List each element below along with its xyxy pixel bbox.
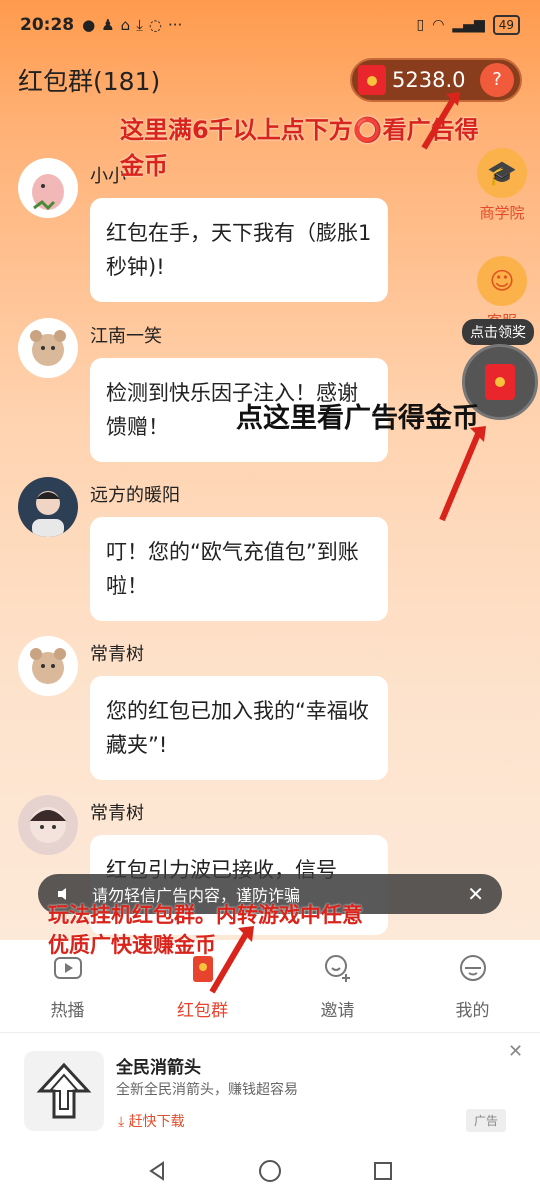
download-icon: ⤓ (118, 1114, 129, 1130)
status-right: ▯ ◠ ▂▄▆ 49 (416, 15, 520, 35)
business-school-label: 商学院 (479, 204, 525, 222)
ad-thumbnail[interactable] (24, 1051, 104, 1131)
ad-download-button[interactable]: ⤓ 赶快下载 (118, 1111, 185, 1131)
chat-icon: ◌ (148, 16, 162, 34)
tab-profile-label: 我的 (455, 1001, 490, 1021)
message-bubble: 叮！您的“欧气充值包”到账啦！ (90, 517, 388, 621)
sender-name: 常青树 (90, 803, 144, 824)
bear-avatar-icon (30, 648, 66, 684)
ad-close-button[interactable]: ✕ (508, 1041, 523, 1062)
download-icon: ⤓ (136, 16, 143, 34)
customer-service-button[interactable]: ☺ 客服 (472, 256, 532, 328)
bear-avatar-icon (30, 330, 66, 366)
ad-title: 全民消箭头 (116, 1058, 201, 1078)
home-icon[interactable] (258, 1159, 282, 1183)
penguin-icon: ♟ (101, 16, 115, 34)
claim-reward-tag[interactable]: 点击领奖 (462, 319, 534, 345)
redpacket-icon (358, 65, 386, 95)
status-time: 20:28 (20, 15, 75, 35)
message-bubble: 红包在手，天下我有（膨胀1秒钟)! (90, 198, 388, 302)
business-school-button[interactable]: 🎓 商学院 (472, 148, 532, 223)
avatar[interactable] (18, 158, 78, 218)
annotation-arrow-middle (439, 426, 486, 522)
battery-icon: 49 (492, 15, 520, 35)
ad-subtitle: 全新全民消箭头，赚钱超容易 (116, 1082, 298, 1098)
ad-cta-label: 赶快下载 (128, 1114, 185, 1130)
profile-icon (459, 955, 486, 981)
status-icons: ● ♟ ⌂ ⤓ ◌ ··· (82, 16, 182, 34)
wifi-icon: ◠ (432, 17, 445, 33)
more-icon: ··· (167, 16, 183, 34)
chat-message: 远方的暖阳 叮！您的“欧气充值包”到账啦！ (18, 477, 390, 627)
tab-invite-label: 邀请 (320, 1001, 355, 1021)
help-button[interactable]: ? (480, 63, 514, 97)
anime-avatar-icon (30, 807, 66, 843)
arrow-up-icon (36, 1062, 92, 1119)
toast-close-button[interactable]: ✕ (467, 882, 484, 906)
dinosaur-avatar-icon (32, 174, 64, 211)
page-title: 红包群(181) (18, 67, 161, 96)
system-nav-bar (0, 1142, 540, 1200)
sender-name: 江南一笑 (90, 326, 162, 347)
annotation-arrow-bottom (209, 926, 254, 994)
robot-icon: ☺ (477, 256, 527, 306)
sender-name: 常青树 (90, 644, 144, 665)
vibrate-icon: ▯ (416, 17, 425, 33)
ad-banner[interactable]: 全民消箭头 全新全民消箭头，赚钱超容易 ⤓ 赶快下载 ✕ 广告 (0, 1032, 540, 1142)
app-icon: ● (82, 16, 96, 34)
redpacket-icon (485, 364, 515, 400)
tab-profile[interactable]: 我的 (405, 940, 540, 1032)
annotation-arrow-top (421, 92, 460, 150)
chat-message: 江南一笑 检测到快乐因子注入！感谢馈赠！ (18, 318, 390, 468)
home-icon: ⌂ (120, 16, 131, 34)
avatar[interactable] (18, 636, 78, 696)
chat-message: 常青树 您的红包已加入我的“幸福收藏夹”! (18, 636, 390, 786)
avatar[interactable] (18, 795, 78, 855)
avatar[interactable] (18, 318, 78, 378)
ad-tag: 广告 (466, 1109, 507, 1132)
signal-icon: ▂▄▆ (452, 17, 485, 33)
status-bar: 20:28 ● ♟ ⌂ ⤓ ◌ ··· ▯ ◠ ▂▄▆ 49 (0, 0, 540, 50)
back-icon[interactable] (146, 1160, 168, 1182)
person-avatar-icon (32, 491, 64, 537)
sender-name: 远方的暖阳 (90, 485, 180, 506)
graduation-cap-icon: 🎓 (477, 148, 527, 198)
message-bubble: 您的红包已加入我的“幸福收藏夹”! (90, 676, 388, 780)
tab-hot-label: 热播 (50, 1001, 85, 1021)
avatar[interactable] (18, 477, 78, 537)
recents-icon[interactable] (372, 1160, 394, 1182)
